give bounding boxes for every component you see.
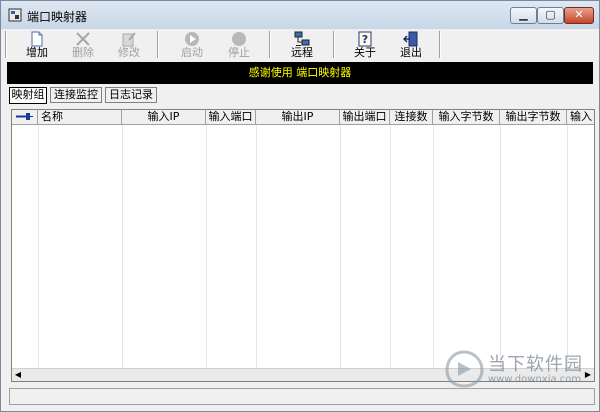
app-icon (8, 8, 22, 22)
exit-button[interactable]: 退出 (391, 29, 431, 61)
header-name[interactable]: 名称 (38, 110, 122, 124)
tab-connection-monitor[interactable]: 连接监控 (50, 87, 102, 103)
toolbar-separator (269, 31, 271, 58)
watermark-logo: 当下软件园 www.downxia.com (444, 350, 594, 390)
pin-icon (16, 113, 33, 120)
column-divider (340, 125, 341, 371)
toolbar-separator (333, 31, 335, 58)
remote-network-icon (294, 31, 310, 46)
header-input-port[interactable]: 输入端口 (206, 110, 256, 124)
about-button[interactable]: ? 关于 (345, 29, 385, 61)
column-divider (500, 125, 501, 371)
stop-button[interactable]: 停止 (219, 29, 259, 61)
add-button[interactable]: 增加 (17, 29, 57, 61)
table-header: 名称 输入IP 输入端口 输出IP 输出端口 连接数 输入字节数 输出字节数 输… (12, 110, 594, 125)
header-output-ip[interactable]: 输出IP (256, 110, 340, 124)
delete-x-icon (76, 32, 90, 46)
status-panel (9, 388, 595, 405)
maximize-button[interactable]: ▢ (537, 7, 564, 24)
remote-button[interactable]: 远程 (282, 29, 322, 61)
edit-button[interactable]: 修改 (109, 29, 149, 61)
toolbar-separator (5, 31, 7, 58)
toolbar-separator (439, 31, 441, 58)
svg-text:?: ? (362, 33, 368, 46)
close-button[interactable]: ✕ (564, 7, 594, 24)
scroll-left-arrow-icon[interactable]: ◀ (12, 369, 24, 381)
column-divider (38, 125, 39, 371)
tab-log[interactable]: 日志记录 (105, 87, 157, 103)
header-input-bytes[interactable]: 输入字节数 (433, 110, 500, 124)
window-title: 端口映射器 (27, 10, 88, 24)
remote-button-label: 远程 (291, 46, 313, 59)
tab-mapping-group[interactable]: 映射组 (9, 87, 47, 104)
column-divider (122, 125, 123, 371)
exit-button-label: 退出 (400, 46, 422, 59)
play-icon (185, 32, 199, 46)
delete-button-label: 删除 (72, 46, 94, 59)
header-pin-column[interactable] (12, 110, 38, 124)
toolbar-separator (157, 31, 159, 58)
delete-button[interactable]: 删除 (63, 29, 103, 61)
watermark-text: 当下软件园 (488, 354, 583, 375)
watermark-url: www.downxia.com (488, 374, 582, 385)
watermark-icon (445, 350, 484, 388)
edit-button-label: 修改 (118, 46, 140, 59)
minimize-button[interactable]: ▁ (510, 7, 537, 24)
header-connections[interactable]: 连接数 (390, 110, 433, 124)
start-button[interactable]: 启动 (172, 29, 212, 61)
stop-icon (232, 32, 246, 46)
column-divider (390, 125, 391, 371)
welcome-banner: 感谢使用 端口映射器 (7, 62, 593, 84)
header-output-bytes[interactable]: 输出字节数 (500, 110, 567, 124)
about-button-label: 关于 (354, 46, 376, 59)
header-input-partial[interactable]: 输入 (567, 110, 594, 124)
add-button-label: 增加 (26, 46, 48, 59)
new-document-icon (31, 31, 43, 47)
edit-icon (122, 32, 136, 47)
start-button-label: 启动 (181, 46, 203, 59)
column-divider (433, 125, 434, 371)
toolbar: 增加 删除 修改 启动 停止 远程 ? 关于 退出 (1, 29, 599, 61)
column-divider (206, 125, 207, 371)
help-icon: ? (358, 31, 372, 47)
header-output-port[interactable]: 输出端口 (340, 110, 390, 124)
title-bar[interactable]: 端口映射器 ▁ ▢ ✕ (1, 1, 599, 29)
exit-door-icon (403, 31, 418, 47)
column-divider (256, 125, 257, 371)
main-window: 端口映射器 ▁ ▢ ✕ 增加 删除 修改 启动 停止 远程 ? 关于 退出 感谢… (0, 0, 600, 412)
header-input-ip[interactable]: 输入IP (122, 110, 206, 124)
mapping-table[interactable]: 名称 输入IP 输入端口 输出IP 输出端口 连接数 输入字节数 输出字节数 输… (11, 109, 595, 382)
stop-button-label: 停止 (228, 46, 250, 59)
column-divider (567, 125, 568, 371)
